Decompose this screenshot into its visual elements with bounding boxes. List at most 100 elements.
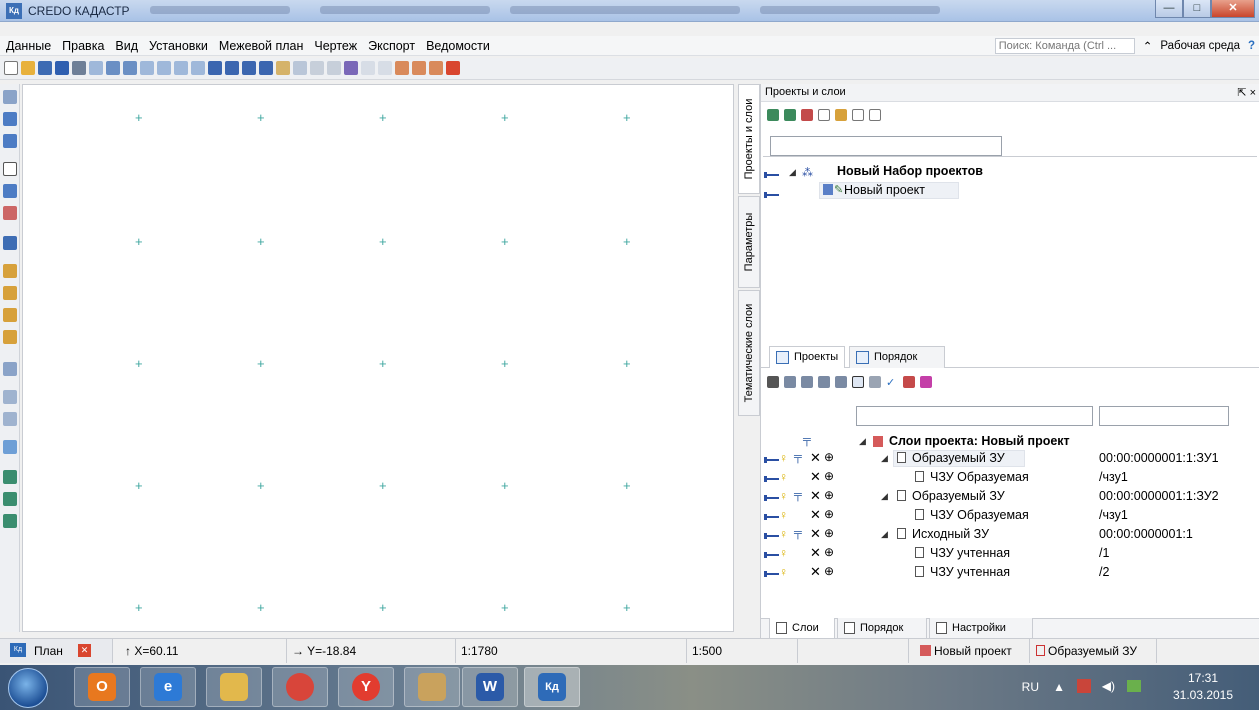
zoom-in-icon[interactable] [106,61,120,75]
taskbar-yandex[interactable]: Y [338,667,394,707]
text-edit-icon[interactable] [3,184,17,198]
layer-row[interactable]: ♀ ✕ ⊕ ЧЗУ учтенная /1 [761,545,1259,563]
project-set-label[interactable]: Новый Набор проектов [837,164,983,178]
text-delete-icon[interactable] [3,206,17,220]
cross-icon[interactable]: ✕ [810,507,821,523]
tab-layers[interactable]: Слои [769,618,835,639]
point-add-icon[interactable] [3,112,17,126]
menu-item-drawing[interactable]: Чертеж [314,39,357,53]
taskbar-chrome[interactable] [272,667,328,707]
layers-filter-input[interactable] [856,406,1093,426]
paste-project-icon[interactable] [869,109,881,121]
visibility-bulb-icon[interactable]: ♀ [779,451,788,465]
tab-layer-order[interactable]: Порядок [837,618,927,639]
info-icon[interactable] [55,61,69,75]
tool-b-icon[interactable] [412,61,426,75]
redo-icon[interactable] [378,61,392,75]
target-icon[interactable]: ⊕ [824,488,834,502]
new-project-icon[interactable] [818,109,830,121]
zoom-out-icon[interactable] [123,61,137,75]
target-icon[interactable]: ⊕ [824,526,834,540]
taskbar-ie[interactable]: e [140,667,196,707]
pan-down-icon[interactable] [259,61,273,75]
target-icon[interactable]: ⊕ [824,507,834,521]
expand-icon[interactable]: ◢ [859,436,866,447]
text-icon[interactable] [3,162,17,176]
menu-item-settings[interactable]: Установки [149,39,208,53]
projects-filter-input[interactable] [770,136,1002,156]
menu-item-edit[interactable]: Правка [62,39,104,53]
minimize-button[interactable]: — [1155,0,1183,18]
command-search-input[interactable]: Поиск: Команда (Ctrl ... [994,38,1135,54]
parcel-add-icon[interactable] [3,308,17,322]
layer-style-icon[interactable] [920,376,932,388]
cross-icon[interactable]: ✕ [810,469,821,485]
cancel-tool-icon[interactable] [446,61,460,75]
new-file-icon[interactable] [4,61,18,75]
layer-row[interactable]: ♀ ╤ ✕ ⊕ ◢ Исходный ЗУ 00:00:0000001:1 [761,526,1259,544]
tab-settings[interactable]: Настройки [929,618,1033,639]
menu-item-reports[interactable]: Ведомости [426,39,490,53]
tab-parameters[interactable]: Параметры [738,196,760,288]
pin-icon[interactable]: ⇱ × [1237,86,1256,99]
cross-icon[interactable]: ✕ [810,545,821,561]
taskbar-word[interactable]: W [462,667,518,707]
taskbar-outlook[interactable]: O [74,667,130,707]
insert-a-icon[interactable] [3,470,17,484]
visibility-bulb-icon[interactable]: ♀ [779,508,788,522]
menu-item-view[interactable]: Вид [115,39,138,53]
project-label[interactable]: Новый проект [844,183,925,197]
cross-icon[interactable]: ✕ [810,488,821,504]
visibility-bulb-icon[interactable]: ♀ [779,565,788,579]
help-icon[interactable]: ? [1248,40,1255,52]
save-icon[interactable] [38,61,52,75]
copy-project-icon[interactable] [852,109,864,121]
target-icon[interactable]: ⊕ [824,450,834,464]
brush-icon[interactable] [869,376,881,388]
pan-left-icon[interactable] [208,61,222,75]
tree-link-icon[interactable] [784,109,796,121]
select-icon[interactable] [293,61,307,75]
layer-select-icon[interactable] [852,376,864,388]
point-edit-icon[interactable] [3,134,17,148]
tab-projects[interactable]: Проекты [769,346,845,368]
check-icon[interactable]: ✓ [886,376,898,389]
visibility-bulb-icon[interactable]: ♀ [779,527,788,541]
language-indicator[interactable]: RU [1022,680,1039,694]
layer-group-icon[interactable] [835,376,847,388]
polygon-icon[interactable] [3,236,17,250]
expand-icon[interactable]: ◢ [881,491,888,502]
brush-icon[interactable] [344,61,358,75]
plan-document-tab[interactable]: Кд План ✕ [0,639,113,663]
document-icon[interactable] [3,390,17,404]
visibility-bulb-icon[interactable]: ♀ [779,546,788,560]
taskbar-explorer[interactable] [206,667,262,707]
clock-date[interactable]: 31.03.2015 [1163,688,1243,702]
measure-area-icon[interactable] [327,61,341,75]
tray-expand-icon[interactable]: ▲ [1053,680,1065,694]
flag-icon[interactable] [1077,679,1091,693]
expand-icon[interactable]: ◢ [881,529,888,540]
expand-icon[interactable]: ◢ [881,453,888,464]
tree-delete-icon[interactable] [801,109,813,121]
start-button[interactable] [8,668,48,708]
volume-icon[interactable]: ◀) [1102,679,1115,693]
tab-thematic-layers[interactable]: Тематические слои [738,290,760,416]
parcel-icon[interactable] [3,264,17,278]
taskbar-credo[interactable]: Кд [524,667,580,707]
zoom-all-icon[interactable] [140,61,154,75]
network-icon[interactable] [1127,680,1141,692]
parcel-split-icon[interactable] [3,330,17,344]
measure-icon[interactable] [310,61,324,75]
zoom-object-icon[interactable] [191,61,205,75]
target-icon[interactable]: ⊕ [824,469,834,483]
layer-tool-icon[interactable] [3,90,17,104]
visibility-bulb-icon[interactable]: ♀ [779,489,788,503]
cross-icon[interactable]: ✕ [810,564,821,580]
pan-right-icon[interactable] [225,61,239,75]
layer-row[interactable]: ♀ ╤ ✕ ⊕ ◢ Образуемый ЗУ 00:00:0000001:1:… [761,488,1259,506]
pan-up-icon[interactable] [242,61,256,75]
code-filter-input[interactable] [1099,406,1229,426]
tool-a-icon[interactable] [395,61,409,75]
tree-add-icon[interactable] [767,109,779,121]
